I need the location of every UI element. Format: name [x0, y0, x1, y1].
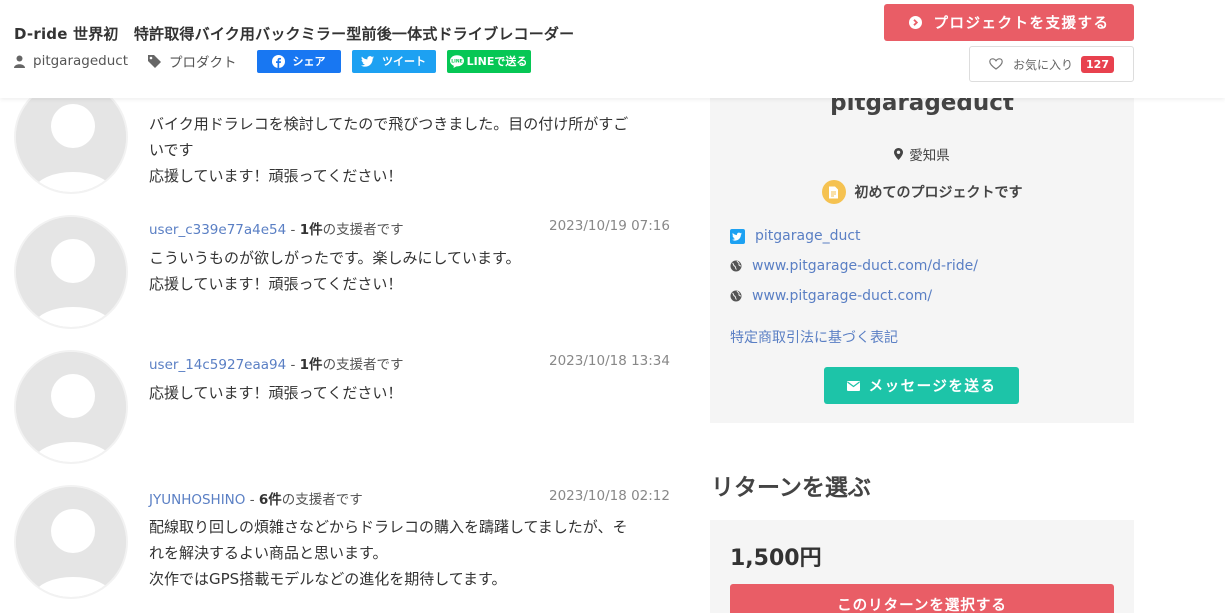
commenter-link[interactable]: user_14c5927eaa94	[149, 357, 286, 373]
select-return-button[interactable]: このリターンを選択する	[730, 584, 1114, 613]
comment-header: user_c339e77a4e54 - 1件の支援者です 2023/10/19 …	[149, 218, 670, 238]
commenter-link[interactable]: user_c339e77a4e54	[149, 222, 286, 238]
owner-location: 愛知県	[710, 144, 1134, 164]
comment-body: 応援しています！頑張ってください！	[149, 384, 403, 402]
envelope-icon	[846, 380, 860, 391]
document-icon	[829, 186, 838, 198]
twitter-share-button[interactable]: ツイート	[351, 49, 436, 73]
avatar	[14, 485, 128, 599]
facebook-icon	[271, 54, 285, 68]
map-marker-icon	[894, 148, 904, 160]
comment-header: user_14c5927eaa94 - 1件の支援者です 2023/10/18 …	[149, 353, 670, 373]
commercial-law-link[interactable]: 特定商取引法に基づく表記	[730, 327, 898, 347]
twitter-square-icon	[730, 228, 745, 244]
supporter-count: 1件	[299, 222, 323, 238]
commenter-link[interactable]: JYUNHOSHINO	[149, 492, 245, 508]
comment-header: JYUNHOSHINO - 6件の支援者です 2023/10/18 02:12	[149, 488, 670, 508]
globe-icon	[730, 290, 742, 302]
owner-website-link-1[interactable]: www.pitgarage-duct.com/d-ride/	[730, 258, 978, 274]
favorite-count-badge: 127	[1081, 55, 1114, 73]
comment-date: 2023/10/18 13:34	[548, 353, 670, 369]
facebook-share-button[interactable]: シェア	[256, 49, 341, 73]
owner-name: pitgarageduct	[33, 53, 128, 69]
favorite-button[interactable]: お気に入り 127	[969, 46, 1134, 82]
owner-website-link-2[interactable]: www.pitgarage-duct.com/	[730, 288, 932, 304]
first-project-badge: 初めてのプロジェクトです	[710, 180, 1134, 204]
default-avatar-icon	[16, 217, 126, 327]
return-card: 1,500円 このリターンを選択する	[710, 520, 1134, 613]
support-project-button[interactable]: プロジェクトを支援する	[884, 4, 1134, 41]
category-link[interactable]: プロダクト	[148, 51, 237, 71]
send-message-button[interactable]: メッセージを送る	[824, 367, 1019, 404]
globe-icon	[730, 260, 742, 272]
supporter-count: 1件	[299, 357, 323, 373]
project-meta: pitgarageduct プロダクト シェア ツイート LINE LINEで送…	[14, 49, 542, 73]
avatar	[14, 350, 128, 464]
comment-date: 2023/10/18 02:12	[548, 488, 670, 504]
default-avatar-icon	[16, 352, 126, 462]
owner-twitter-link[interactable]: pitgarage_duct	[730, 228, 861, 244]
comment-item: JYUNHOSHINO - 6件の支援者です 2023/10/18 02:12 …	[14, 485, 674, 601]
line-share-button[interactable]: LINE LINEで送る	[446, 49, 531, 73]
comment-body: 配線取り回しの煩雑さなどからドラレコの購入を躊躇してましたが、そ れを解決するよ…	[149, 518, 628, 588]
comment-item: user_c339e77a4e54 - 1件の支援者です 2023/10/19 …	[14, 215, 674, 331]
owner-link[interactable]: pitgarageduct	[14, 53, 128, 69]
default-avatar-icon	[16, 82, 126, 192]
heart-icon	[989, 58, 1003, 70]
chevron-circle-right-icon	[908, 16, 922, 29]
supporter-count: 6件	[258, 492, 282, 508]
comment-body: バイク用ドラレコを検討してたので飛びつきました。目の付け所がすご いです 応援し…	[149, 115, 629, 185]
tag-icon	[148, 54, 161, 68]
return-price: 1,500円	[730, 546, 822, 571]
project-title: D-ride 世界初 特許取得バイク用バックミラー型前後一体式ドライブレコーダー	[14, 25, 575, 43]
comment-date: 2023/10/19 07:16	[548, 218, 670, 234]
comment-item: user_14c5927eaa94 - 1件の支援者です 2023/10/18 …	[14, 350, 674, 466]
comment-body: こういうものが欲しがったです。楽しみにしています。 応援しています！頑張ってくだ…	[149, 249, 521, 293]
returns-heading: リターンを選ぶ	[711, 475, 871, 501]
default-avatar-icon	[16, 487, 126, 597]
owner-profile-card: pitgarageduct 愛知県 初めてのプロジェクトです pitgarage…	[710, 78, 1134, 423]
twitter-icon	[361, 55, 374, 67]
category-name: プロダクト	[169, 55, 237, 71]
avatar	[14, 215, 128, 329]
project-header: D-ride 世界初 特許取得バイク用バックミラー型前後一体式ドライブレコーダー…	[0, 0, 1225, 98]
line-icon: LINE	[449, 54, 464, 68]
user-icon	[14, 55, 25, 68]
svg-text:LINE: LINE	[451, 58, 462, 64]
